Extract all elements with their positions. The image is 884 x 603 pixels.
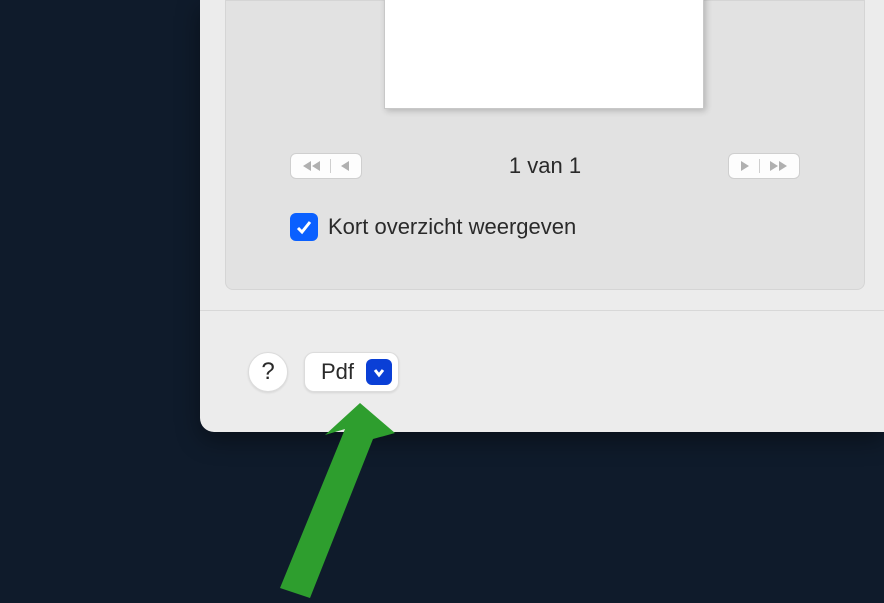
pdf-button-label: Pdf bbox=[321, 359, 354, 385]
pdf-chevron-badge bbox=[366, 359, 392, 385]
page-counter: 1 van 1 bbox=[509, 153, 581, 179]
pdf-dropdown-button[interactable]: Pdf bbox=[304, 352, 399, 392]
triangle-double-right-icon bbox=[770, 161, 778, 171]
help-button[interactable]: ? bbox=[248, 352, 288, 392]
nav-separator bbox=[759, 159, 760, 173]
summary-checkbox-label: Kort overzicht weergeven bbox=[328, 214, 576, 240]
dialog-bottom-bar: ? Pdf bbox=[200, 310, 884, 432]
question-mark-icon: ? bbox=[261, 358, 274, 386]
page-nav-forward-group bbox=[728, 153, 800, 179]
check-icon bbox=[295, 218, 313, 236]
preview-pane: 1 van 1 Kort overzicht weergeven bbox=[225, 0, 865, 290]
triangle-double-left-icon bbox=[303, 161, 311, 171]
chevron-down-icon bbox=[372, 365, 386, 379]
next-page-button[interactable] bbox=[741, 161, 749, 171]
first-page-button[interactable] bbox=[303, 161, 320, 171]
summary-checkbox[interactable] bbox=[290, 213, 318, 241]
page-thumbnail bbox=[384, 0, 704, 109]
page-nav-row: 1 van 1 bbox=[226, 153, 864, 179]
prev-page-button[interactable] bbox=[341, 161, 349, 171]
triangle-double-left-icon bbox=[312, 161, 320, 171]
triangle-double-right-icon bbox=[779, 161, 787, 171]
annotation-arrow bbox=[225, 403, 405, 603]
nav-separator bbox=[330, 159, 331, 173]
print-dialog: 1 van 1 Kort overzicht weergeven ? bbox=[200, 0, 884, 432]
last-page-button[interactable] bbox=[770, 161, 787, 171]
summary-checkbox-row: Kort overzicht weergeven bbox=[290, 213, 576, 241]
page-nav-back-group bbox=[290, 153, 362, 179]
